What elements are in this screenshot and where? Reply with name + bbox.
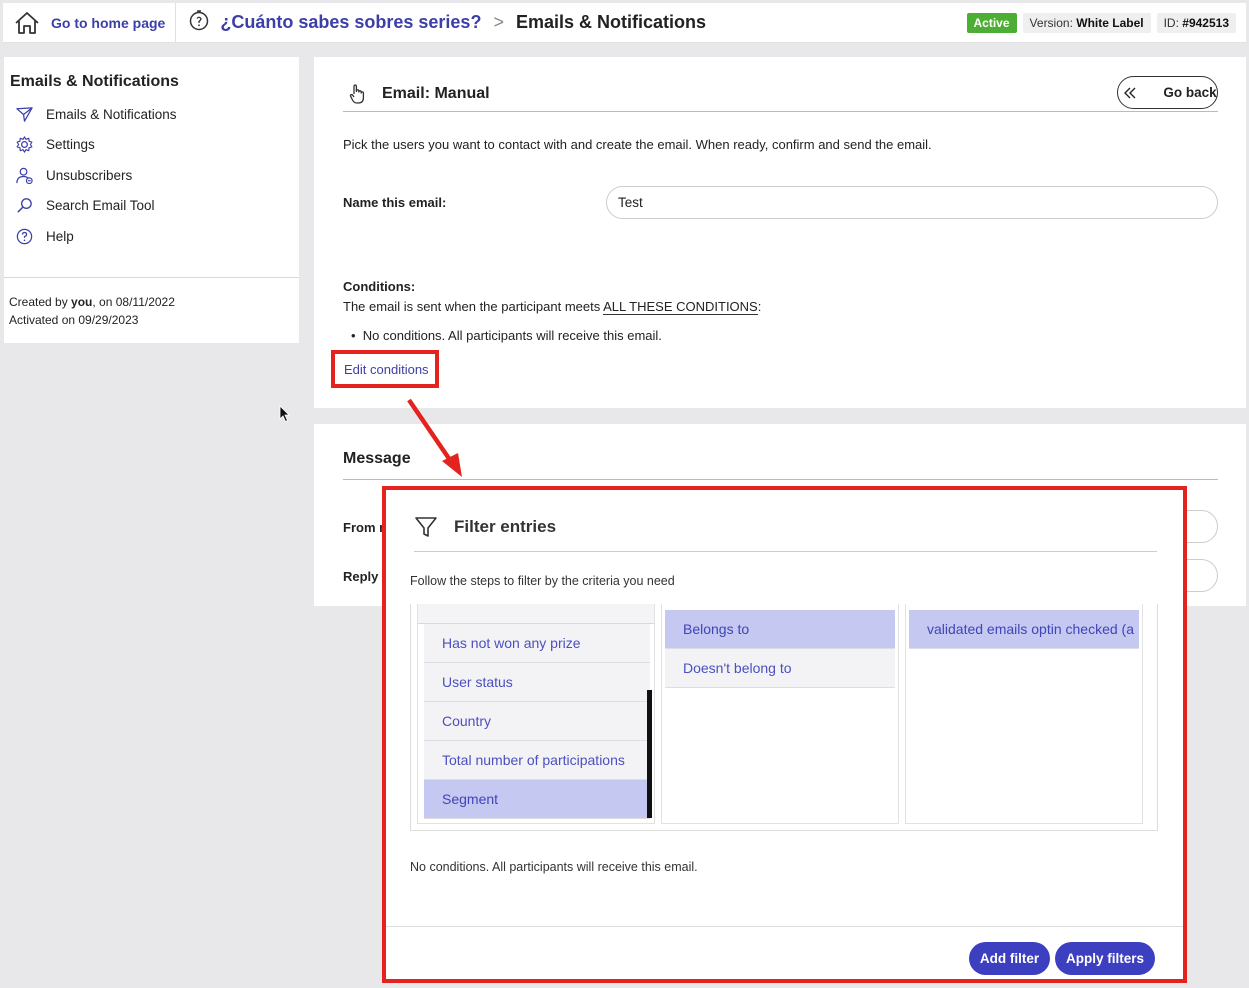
- contest-created-info: Created by you, on 08/11/2022 Activated …: [9, 293, 175, 329]
- criteria-option-segment[interactable]: Segment: [424, 780, 650, 819]
- sidebar-item-label: Help: [46, 228, 74, 244]
- criteria-option-total-participations[interactable]: Total number of participations: [424, 741, 650, 780]
- criteria-option-country[interactable]: Country: [424, 702, 650, 741]
- list-item-partial: [418, 604, 654, 624]
- sidebar-item-label: Settings: [46, 137, 95, 153]
- double-chevron-left-icon: [1124, 87, 1136, 98]
- breadcrumb: ¿Cuánto sabes sobres series? > Emails & …: [176, 9, 706, 36]
- search-icon: [17, 198, 32, 213]
- stopwatch-icon: [188, 9, 220, 36]
- go-back-label: Go back: [1163, 85, 1217, 100]
- email-settings-panel: Email: Manual Go back Pick the users you…: [314, 57, 1246, 408]
- go-back-button[interactable]: Go back: [1117, 76, 1218, 109]
- add-filter-button[interactable]: Add filter: [969, 942, 1050, 975]
- email-title: Email: Manual: [382, 85, 490, 102]
- conditions-description: The email is sent when the participant m…: [343, 299, 762, 315]
- created-by-text: Created by you, on 08/11/2022: [9, 295, 175, 309]
- criteria-scrollbar[interactable]: [647, 690, 652, 818]
- home-link-label: Go to home page: [51, 14, 166, 31]
- contest-meta: Active Version: White Label ID: #942513: [966, 12, 1246, 33]
- mouse-cursor-icon: [279, 405, 290, 423]
- version-badge: Version: White Label: [1022, 12, 1151, 33]
- edit-conditions-link[interactable]: Edit conditions: [344, 362, 429, 377]
- operator-option-doesnt-belong-to[interactable]: Doesn't belong to: [665, 649, 895, 688]
- paper-plane-icon: [16, 106, 33, 122]
- filter-value-column[interactable]: validated emails optin checked (a: [905, 604, 1143, 824]
- criteria-option-user-status[interactable]: User status: [424, 663, 650, 702]
- annotation-arrow-icon: [407, 398, 462, 477]
- operator-option-belongs-to[interactable]: Belongs to: [665, 610, 895, 649]
- sidebar-title: Emails & Notifications: [10, 73, 179, 90]
- sidebar-item-settings[interactable]: Settings: [4, 130, 299, 161]
- filter-operator-column[interactable]: Belongs to Doesn't belong to: [661, 604, 899, 824]
- help-icon: [16, 228, 33, 244]
- gear-icon: [16, 136, 33, 153]
- sidebar-item-search-email-tool[interactable]: Search Email Tool: [4, 191, 299, 222]
- sidebar-item-unsubscribers[interactable]: Unsubscribers: [4, 160, 299, 191]
- filter-columns: Has not won any prize User status Countr…: [410, 604, 1158, 831]
- breadcrumb-current-page: Emails & Notifications: [515, 12, 707, 32]
- modal-no-conditions-text: No conditions. All participants will rec…: [410, 860, 698, 874]
- reply-to-label: Reply t: [343, 569, 387, 584]
- edit-conditions-highlight: Edit conditions: [331, 350, 439, 388]
- criteria-option-has-not-won[interactable]: Has not won any prize: [424, 624, 650, 663]
- filter-entries-modal: Filter entries Follow the steps to filte…: [382, 486, 1187, 983]
- filter-icon: [415, 517, 437, 537]
- sidebar-item-emails[interactable]: Emails & Notifications: [4, 99, 299, 130]
- sidebar: Emails & Notifications Emails & Notifica…: [4, 57, 299, 343]
- filter-criteria-column[interactable]: Has not won any prize User status Countr…: [417, 604, 655, 824]
- breadcrumb-separator-icon: >: [493, 12, 504, 32]
- value-option-segment[interactable]: validated emails optin checked (a: [909, 610, 1139, 649]
- email-name-label: Name this email:: [343, 195, 447, 210]
- home-link[interactable]: Go to home page: [3, 3, 177, 42]
- from-name-label: From n: [343, 520, 388, 535]
- activated-on-text: Activated on 09/29/2023: [9, 313, 139, 327]
- status-badge: Active: [966, 12, 1017, 33]
- conditions-bullet: • No conditions. All participants will r…: [351, 328, 662, 343]
- sidebar-item-label: Search Email Tool: [46, 198, 155, 214]
- sidebar-item-help[interactable]: Help: [4, 221, 299, 252]
- modal-footer-divider: [386, 926, 1183, 927]
- id-badge: ID: #942513: [1156, 12, 1236, 33]
- top-bar: Go to home page ¿Cuánto sabes sobres ser…: [3, 3, 1246, 43]
- conditions-label: Conditions:: [343, 279, 416, 294]
- all-conditions-text: ALL THESE CONDITIONS: [603, 299, 758, 315]
- breadcrumb-contest-link[interactable]: ¿Cuánto sabes sobres series?: [220, 12, 481, 33]
- home-icon: [15, 11, 39, 34]
- sidebar-item-label: Emails & Notifications: [46, 106, 177, 122]
- email-name-input[interactable]: [606, 186, 1218, 219]
- email-panel-header: Email: Manual Go back: [343, 76, 1218, 112]
- email-intro-text: Pick the users you want to contact with …: [343, 137, 932, 152]
- modal-title: Filter entries: [454, 517, 557, 536]
- apply-filters-button[interactable]: Apply filters: [1055, 942, 1155, 975]
- sidebar-divider: [4, 277, 299, 278]
- modal-subtitle: Follow the steps to filter by the criter…: [410, 574, 675, 588]
- message-divider: [343, 479, 1218, 480]
- hand-pointer-icon: [349, 84, 365, 104]
- modal-header: Filter entries: [414, 510, 1157, 552]
- sidebar-item-label: Unsubscribers: [46, 167, 133, 183]
- user-minus-icon: [16, 167, 33, 184]
